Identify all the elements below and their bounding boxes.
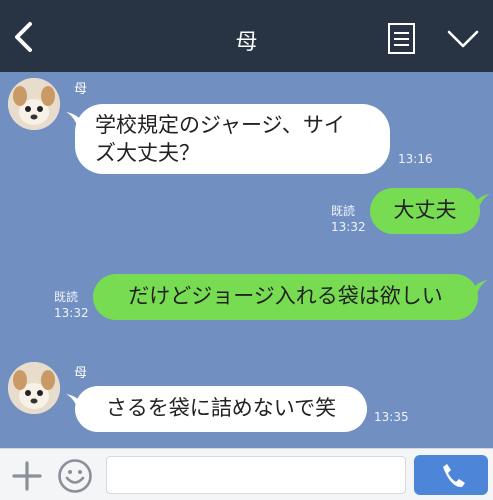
dog-avatar-icon	[8, 362, 60, 414]
read-receipt: 既読	[331, 204, 356, 218]
message-text: さるを袋に詰めないで笑	[105, 396, 337, 420]
message-input[interactable]	[106, 456, 406, 494]
chat-header: 母	[0, 0, 493, 72]
notes-button[interactable]	[386, 22, 418, 56]
bubble-tail	[472, 194, 490, 210]
note-icon	[388, 23, 415, 54]
message-bubble[interactable]: さるを袋に詰めないで笑	[75, 386, 367, 432]
attach-button[interactable]	[12, 461, 42, 491]
avatar[interactable]	[8, 78, 60, 130]
dog-avatar-icon	[8, 78, 60, 130]
emoji-button[interactable]	[57, 458, 93, 494]
call-button[interactable]	[414, 455, 488, 495]
message-text: 大丈夫	[393, 198, 457, 222]
message-time: 13:35	[374, 410, 409, 424]
message-text-line: 学校規定のジャージ、サイ	[95, 113, 345, 137]
chevron-down-icon	[447, 30, 479, 48]
message-time: 13:32	[331, 220, 366, 234]
emoji-icon	[58, 459, 92, 493]
chat-messages[interactable]: 母 学校規定のジャージ、サイ ズ大丈夫？ 13:16 既読 13:32 大丈夫 …	[0, 72, 493, 448]
message-input-bar	[0, 448, 493, 500]
message-time: 13:32	[54, 306, 89, 320]
message-bubble[interactable]: 学校規定のジャージ、サイ ズ大丈夫？	[75, 104, 390, 174]
menu-toggle-button[interactable]	[446, 28, 480, 50]
read-receipt: 既読	[54, 290, 79, 304]
message-text: だけどジョージ入れる袋は欲しい	[128, 284, 443, 308]
phone-icon	[443, 464, 465, 488]
message-text-line: ズ大丈夫？	[95, 141, 200, 165]
message-bubble[interactable]: だけどジョージ入れる袋は欲しい	[93, 274, 478, 320]
chat-title: 母	[235, 30, 258, 55]
avatar[interactable]	[8, 362, 60, 414]
sender-name: 母	[74, 82, 88, 97]
message-bubble[interactable]: 大丈夫	[370, 188, 480, 234]
plus-icon	[12, 461, 42, 491]
sender-name: 母	[74, 366, 88, 381]
message-time: 13:16	[398, 152, 433, 166]
bubble-tail	[470, 280, 488, 296]
